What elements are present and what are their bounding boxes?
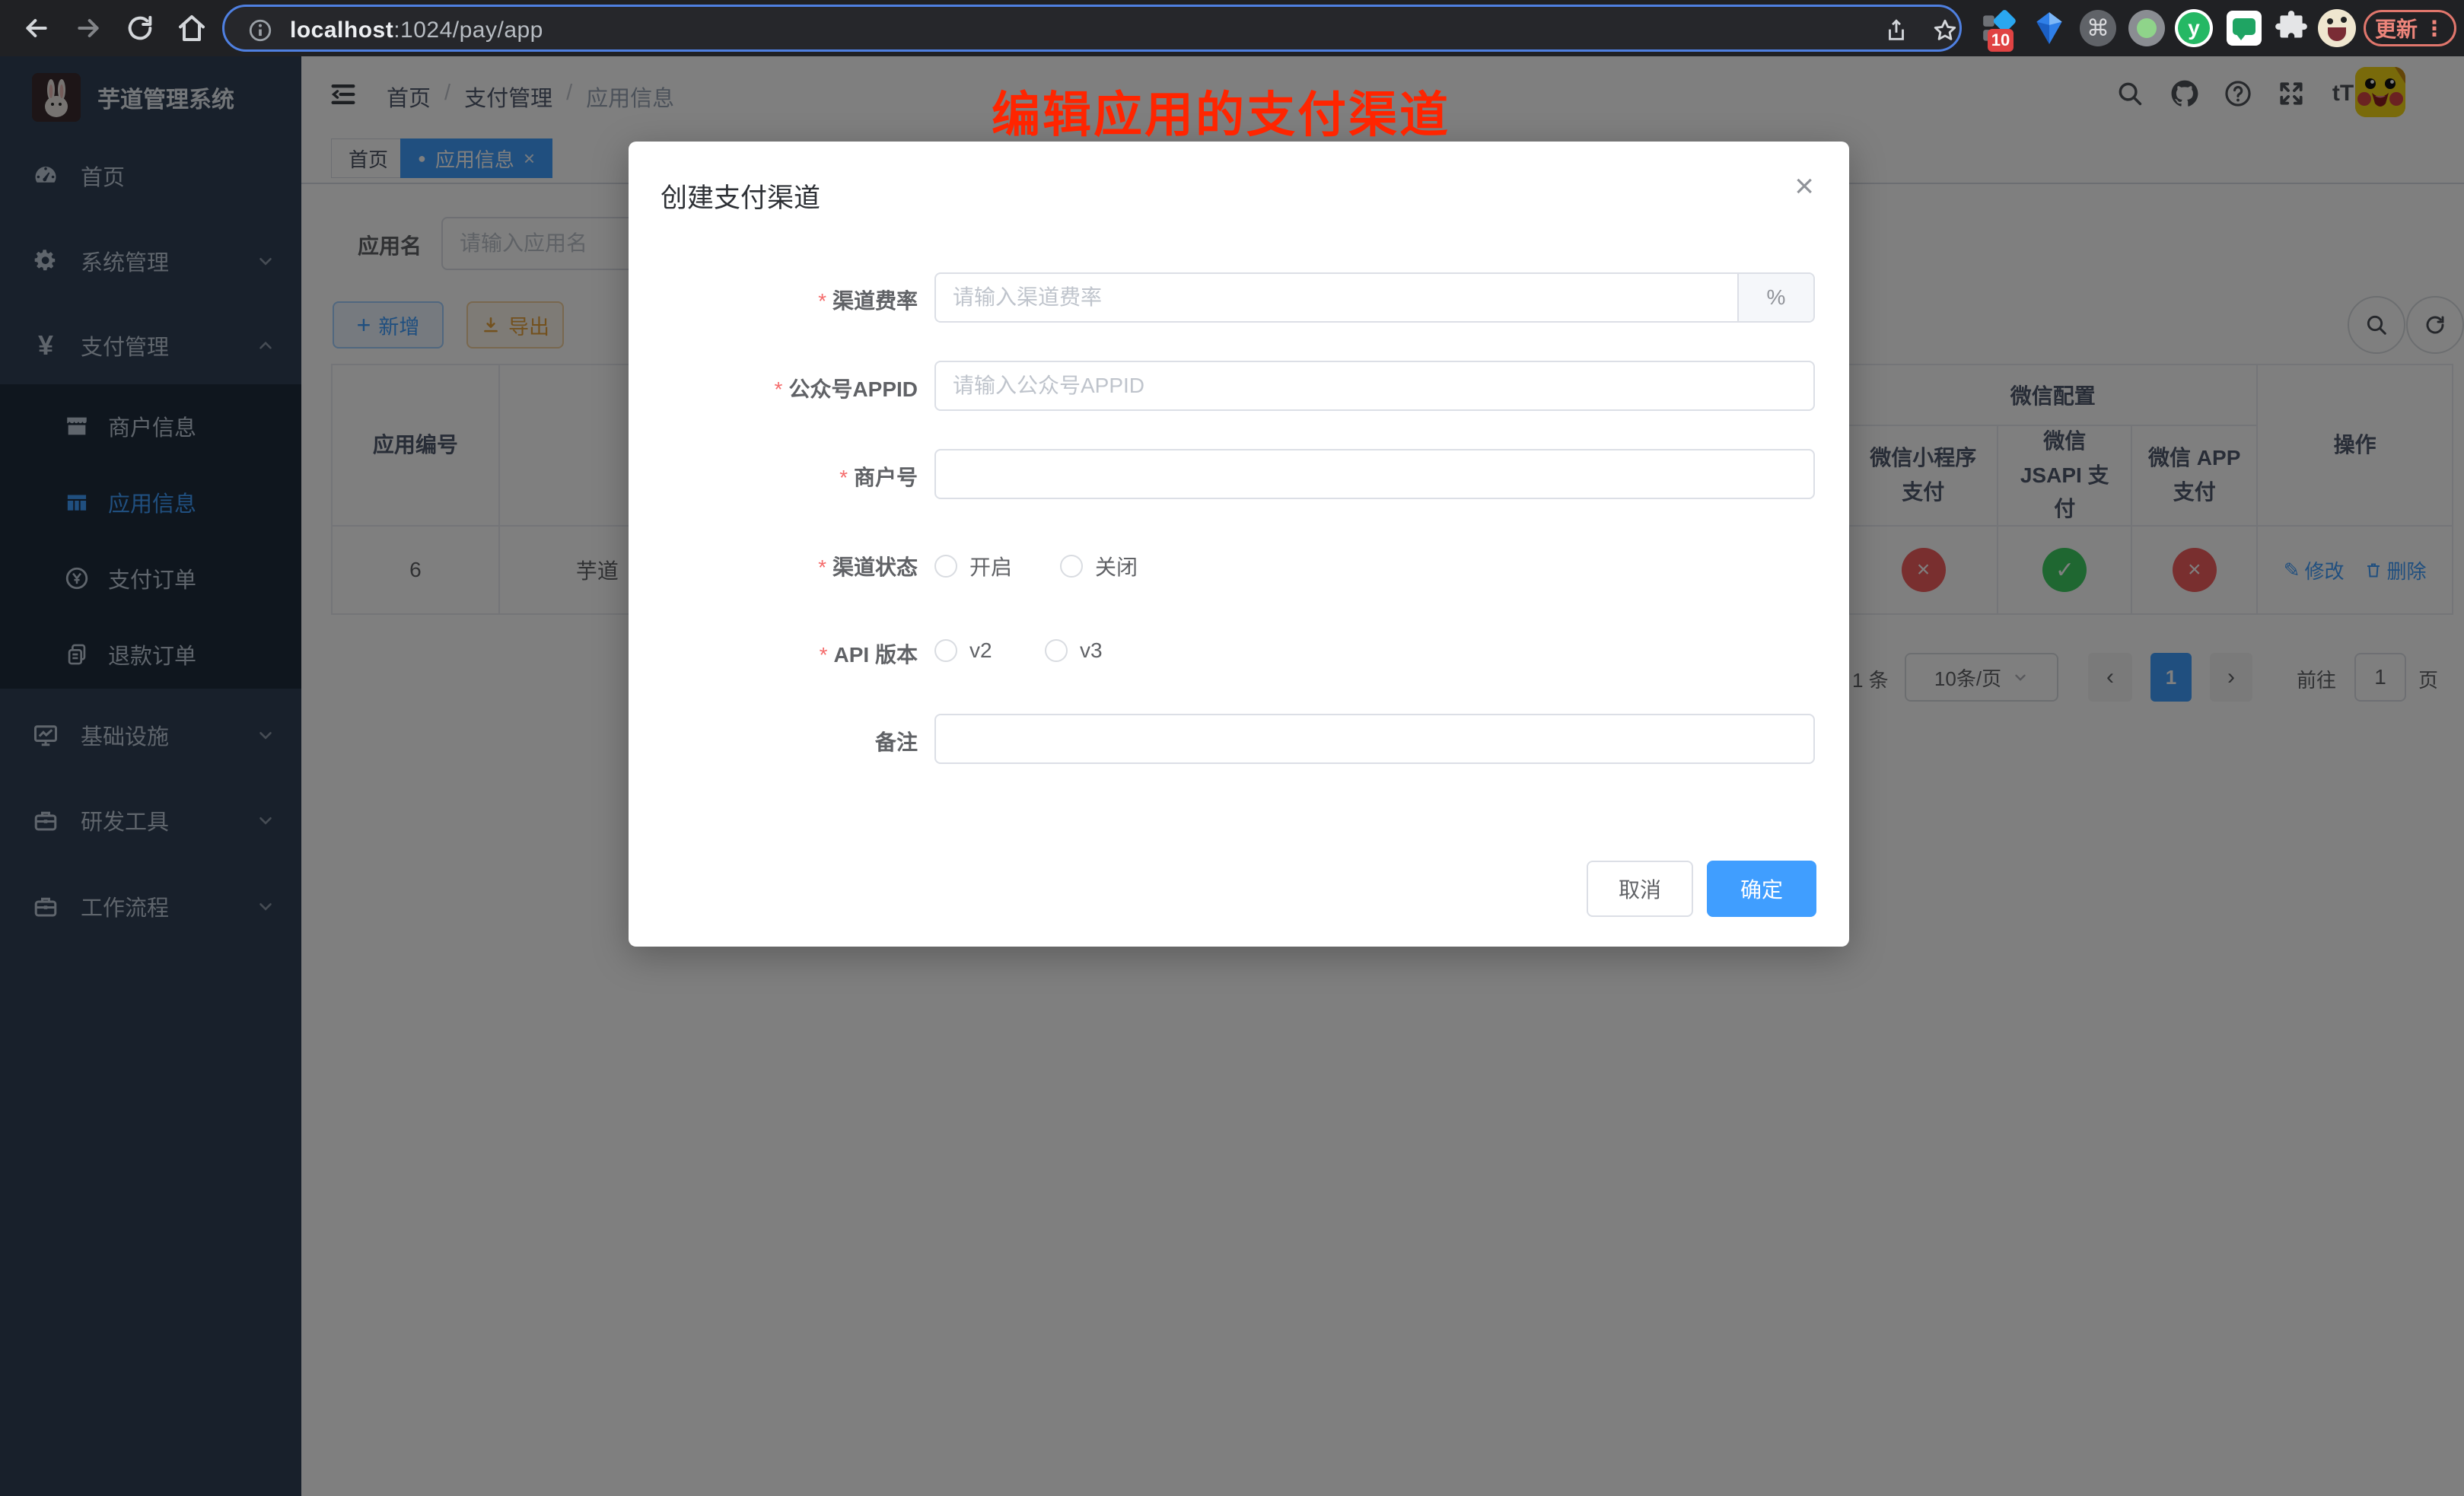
radio-status-on[interactable]: 开启 xyxy=(934,551,1012,581)
status-label: *渠道状态 xyxy=(629,551,918,581)
radio-circle-icon xyxy=(1060,555,1083,578)
extension-yudao-icon[interactable]: y xyxy=(2175,9,2213,47)
radio-circle-icon xyxy=(934,555,957,578)
url-text[interactable]: localhost:1024/pay/app xyxy=(290,18,543,43)
remark-input[interactable] xyxy=(934,714,1815,764)
browser-home-icon[interactable] xyxy=(177,13,207,43)
radio-label: v3 xyxy=(1080,638,1103,663)
rate-field: % xyxy=(934,272,1815,323)
merchant-input[interactable] xyxy=(934,449,1815,499)
radio-api-v3[interactable]: v3 xyxy=(1045,638,1103,663)
browser-reload-icon[interactable] xyxy=(125,13,155,43)
site-info-icon[interactable] xyxy=(247,18,273,43)
required-asterisk: * xyxy=(818,555,826,579)
browser-forward-icon[interactable] xyxy=(73,13,103,43)
appid-label: *公众号APPID xyxy=(629,373,918,403)
url-path: :1024/pay/app xyxy=(393,18,543,43)
kebab-menu-icon[interactable]: ⋮ xyxy=(2424,16,2445,41)
extension-chat-icon[interactable] xyxy=(2225,9,2263,47)
radio-label: 开启 xyxy=(969,551,1012,581)
api-version-label: *API 版本 xyxy=(629,638,918,669)
extension-dot-icon[interactable] xyxy=(2128,9,2166,47)
share-icon[interactable] xyxy=(1883,18,1909,43)
radio-circle-icon xyxy=(934,639,957,662)
dialog-close-icon[interactable]: × xyxy=(1794,167,1814,205)
address-bar[interactable]: localhost:1024/pay/app xyxy=(222,5,1962,52)
browser-back-icon[interactable] xyxy=(21,13,52,43)
appid-input[interactable] xyxy=(934,361,1815,411)
merchant-label: *商户号 xyxy=(629,461,918,492)
rate-input[interactable] xyxy=(934,272,1815,323)
radio-api-v2[interactable]: v2 xyxy=(934,638,992,663)
required-asterisk: * xyxy=(820,643,828,667)
browser-toolbar: localhost:1024/pay/app 10 ⌘ y 更新 ⋮ xyxy=(0,0,2464,56)
extension-badge: 10 xyxy=(1988,29,2014,52)
radio-circle-icon xyxy=(1045,639,1068,662)
extension-command-icon[interactable]: ⌘ xyxy=(2079,9,2117,47)
cancel-button[interactable]: 取消 xyxy=(1587,861,1693,917)
extensions-puzzle-icon[interactable] xyxy=(2272,9,2310,47)
radio-status-off[interactable]: 关闭 xyxy=(1060,551,1138,581)
radio-label: v2 xyxy=(969,638,992,663)
required-asterisk: * xyxy=(839,466,848,489)
bookmark-star-icon[interactable] xyxy=(1932,18,1958,43)
extension-kite-icon[interactable] xyxy=(2030,9,2068,47)
profile-emoji-icon[interactable] xyxy=(2318,9,2356,47)
url-host: localhost xyxy=(290,18,393,43)
create-pay-channel-dialog: 创建支付渠道 × *渠道费率 % *公众号APPID *商户号 *渠道状态 开启… xyxy=(629,142,1849,947)
required-asterisk: * xyxy=(775,377,783,401)
required-asterisk: * xyxy=(818,289,826,313)
extension-pinned-icon[interactable]: 10 xyxy=(1980,9,2018,47)
confirm-button[interactable]: 确定 xyxy=(1707,861,1816,917)
browser-update-button[interactable]: 更新 ⋮ xyxy=(2364,10,2456,46)
update-label: 更新 xyxy=(2375,13,2418,43)
command-glyph: ⌘ xyxy=(2080,10,2116,46)
percent-suffix: % xyxy=(1737,274,1813,321)
remark-label: 备注 xyxy=(629,726,918,756)
annotation-text: 编辑应用的支付渠道 xyxy=(992,76,1450,146)
radio-label: 关闭 xyxy=(1095,551,1138,581)
dialog-title: 创建支付渠道 xyxy=(661,177,820,215)
rate-label: *渠道费率 xyxy=(629,285,918,315)
